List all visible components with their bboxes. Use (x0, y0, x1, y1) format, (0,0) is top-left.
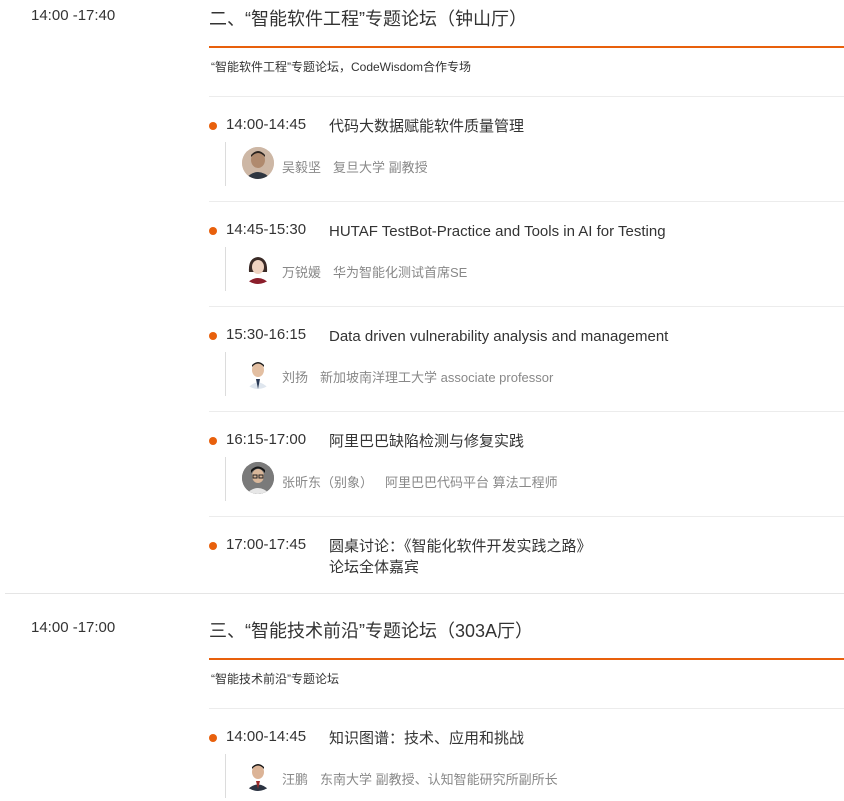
session-title[interactable]: 圆桌讨论：《智能化软件开发实践之路》 (329, 536, 592, 557)
forum-subtitle: “智能软件工程”专题论坛，CodeWisdom合作专场 (211, 60, 472, 74)
forum-time: 14:00 -17:40 (31, 7, 116, 24)
session-time: 14:00-14:45 (226, 728, 307, 745)
session-title[interactable]: 阿里巴巴缺陷检测与修复实践 (329, 431, 524, 452)
forum-title: 二、“智能软件工程”专题论坛（钟山厅） (209, 9, 527, 29)
speaker-name: 吴毅坚 (282, 160, 322, 175)
speaker-info: 吴毅坚 复旦大学 副教授 (282, 157, 428, 176)
divider (209, 411, 844, 412)
forum-divider (5, 593, 844, 594)
session-time: 17:00-17:45 (226, 536, 307, 553)
session-title[interactable]: 代码大数据赋能软件质量管理 (329, 116, 524, 137)
forum-title-underline (209, 46, 844, 48)
speaker-info: 刘扬 新加坡南洋理工大学 associate professor (282, 367, 553, 386)
divider (209, 516, 844, 517)
session-title[interactable]: HUTAF TestBot-Practice and Tools in AI f… (329, 221, 666, 242)
forum-time: 14:00 -17:00 (31, 619, 116, 636)
orange-dot-icon (209, 227, 217, 235)
session-title-line2: 论坛全体嘉宾 (329, 559, 420, 576)
speaker-info: 万锐媛 华为智能化测试首席SE (282, 262, 467, 281)
speaker-avatar (242, 462, 274, 494)
divider (209, 201, 844, 202)
speaker-name: 张昕东（别象） (282, 475, 374, 490)
orange-dot-icon (209, 542, 217, 550)
speaker-name: 刘扬 (282, 370, 309, 385)
forum-title: 三、“智能技术前沿”专题论坛（303A厅） (209, 621, 534, 641)
forum-title-underline (209, 658, 844, 660)
session-title[interactable]: 知识图谱：技术、应用和挑战 (329, 728, 524, 749)
speaker-name: 万锐媛 (282, 265, 322, 280)
divider (209, 96, 844, 97)
orange-dot-icon (209, 332, 217, 340)
session-time: 14:45-15:30 (226, 221, 307, 238)
forum-subtitle: “智能技术前沿”专题论坛 (211, 672, 339, 686)
speaker-divider (225, 352, 226, 396)
speaker-org: 复旦大学 副教授 (333, 160, 428, 175)
speaker-divider (225, 754, 226, 798)
session-title[interactable]: Data driven vulnerability analysis and m… (329, 326, 668, 347)
session-time: 15:30-16:15 (226, 326, 307, 343)
orange-dot-icon (209, 437, 217, 445)
speaker-divider (225, 457, 226, 501)
session-time: 16:15-17:00 (226, 431, 307, 448)
speaker-info: 张昕东（别象） 阿里巴巴代码平台 算法工程师 (282, 472, 558, 491)
speaker-org: 华为智能化测试首席SE (333, 265, 468, 280)
speaker-avatar (242, 357, 274, 389)
divider (209, 306, 844, 307)
speaker-divider (225, 247, 226, 291)
speaker-avatar (242, 252, 274, 284)
speaker-org: 新加坡南洋理工大学 associate professor (320, 370, 554, 385)
session-time: 14:00-14:45 (226, 116, 307, 133)
orange-dot-icon (209, 122, 217, 130)
speaker-divider (225, 142, 226, 186)
speaker-info: 汪鹏 东南大学 副教授、认知智能研究所副所长 (282, 769, 558, 788)
speaker-name: 汪鹏 (282, 772, 309, 787)
speaker-org: 阿里巴巴代码平台 算法工程师 (385, 475, 558, 490)
speaker-avatar (242, 759, 274, 791)
speaker-org: 东南大学 副教授、认知智能研究所副所长 (320, 772, 558, 787)
speaker-avatar (242, 147, 274, 179)
orange-dot-icon (209, 734, 217, 742)
divider (209, 708, 844, 709)
